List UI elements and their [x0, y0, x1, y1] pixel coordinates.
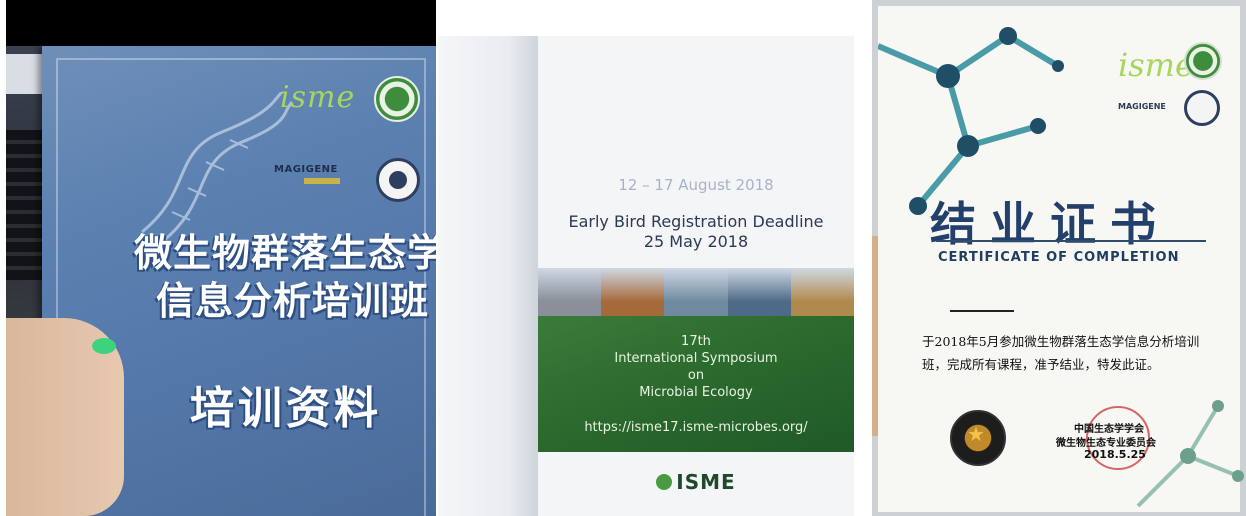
certificate-subtitle: CERTIFICATE OF COMPLETION [938, 250, 1180, 265]
committee-seal-icon [376, 158, 420, 202]
symposium-green-band: 17th International Symposium on Microbia… [538, 316, 854, 452]
committee-seal-icon [1184, 90, 1220, 126]
certificate-title: 结业证书 [930, 197, 1170, 251]
booklet-title-line2: 信息分析培训班 [156, 279, 430, 323]
magigene-logo-bar [304, 178, 340, 184]
green-fingernail [92, 338, 116, 354]
green-society-seal-icon [1184, 42, 1222, 80]
dna-helix-icon [141, 92, 292, 242]
city-photo [727, 268, 791, 316]
title-divider [936, 240, 1206, 242]
magigene-logo: MAGIGENE [1118, 102, 1166, 111]
booklet-title-line1: 微生物群落生态学 [134, 231, 436, 275]
early-bird-heading: Early Bird Registration Deadline [568, 212, 824, 231]
isme-logo: isme [280, 80, 356, 115]
magigene-logo: MAGIGENE [274, 164, 338, 175]
globe-icon [656, 474, 673, 490]
city-photo [790, 268, 855, 316]
left-blank-page [438, 36, 538, 516]
isme-logo: isme [1118, 46, 1194, 84]
city-photo [601, 268, 665, 316]
symposium-url: https://isme17.isme-microbes.org/ [584, 420, 808, 435]
certificate-photo: isme MAGIGENE 结业证书 CERTIFICATE OF COMPLE… [872, 0, 1246, 516]
photo-top-border [6, 0, 436, 46]
issue-date: 2018.5.25 [1084, 448, 1146, 461]
issuer-line2: 微生物生态专业委员会 [1056, 438, 1156, 449]
training-booklet-photo: isme MAGIGENE 微生物群落生态学 信息分析培训班 培训资料 [6, 0, 436, 516]
city-photo-strip [538, 268, 855, 316]
recipient-name-blank [950, 310, 1014, 312]
symposium-dates: 12 – 17 August 2018 [618, 176, 774, 194]
symposium-book-photo: 12 – 17 August 2018 Early Bird Registrat… [438, 0, 868, 516]
green-society-seal-icon [374, 76, 420, 122]
early-bird-date: 25 May 2018 [643, 232, 749, 251]
city-photo [538, 268, 602, 316]
isme-footer-logo: ISME [538, 470, 854, 494]
society-emblem-icon [950, 410, 1006, 466]
certificate-body-text: 于2018年5月参加微生物群落生态学信息分析培训班，完成所有课程，准予结业，特发… [922, 334, 1200, 372]
symposium-name-line3: Microbial Ecology [639, 385, 753, 400]
symposium-name-line1: International Symposium [614, 351, 778, 366]
symposium-edition: 17th [681, 334, 711, 349]
symposium-name-line2: on [687, 368, 705, 383]
city-photo [664, 268, 728, 316]
issuer-line1: 中国生态学学会 [1074, 424, 1144, 435]
certificate-sheet: isme MAGIGENE 结业证书 CERTIFICATE OF COMPLE… [878, 6, 1244, 512]
photo-top-border [438, 0, 868, 36]
symposium-page: 12 – 17 August 2018 Early Bird Registrat… [538, 36, 855, 516]
booklet-subtitle: 培训资料 [190, 383, 382, 434]
isme-footer-text: ISME [676, 470, 736, 494]
